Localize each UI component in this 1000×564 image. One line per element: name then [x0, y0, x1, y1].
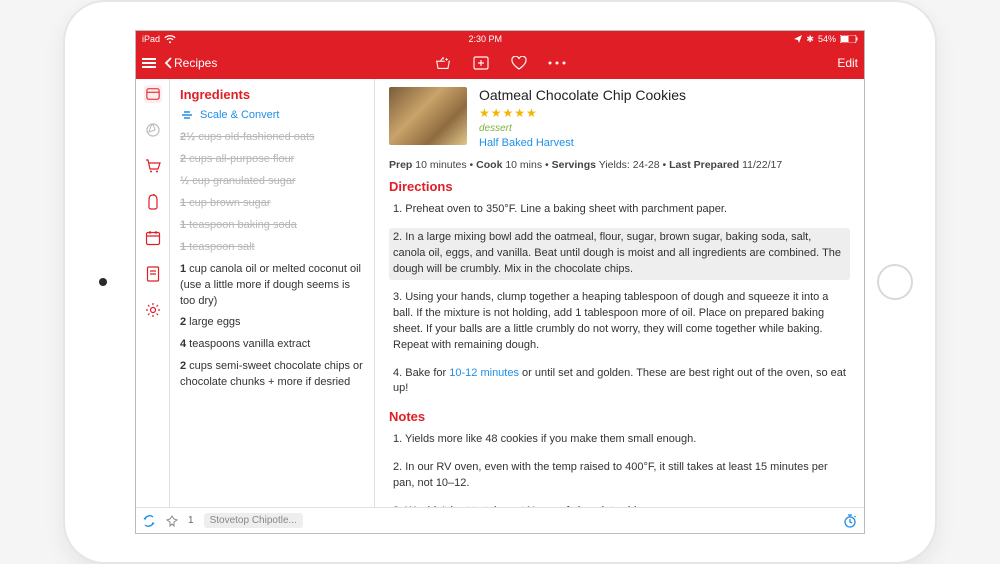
ingredient-item[interactable]: 1 teaspoon baking soda: [180, 218, 364, 234]
chevron-left-icon: [164, 57, 172, 69]
edit-button[interactable]: Edit: [837, 56, 858, 70]
source-link[interactable]: Half Baked Harvest: [479, 137, 686, 149]
direction-step[interactable]: 1. Preheat oven to 350°F. Line a baking …: [389, 200, 850, 220]
carrier-label: iPad: [142, 34, 160, 44]
sidebar: [136, 79, 170, 507]
sidebar-recipe-icon[interactable]: [144, 85, 162, 103]
sidebar-meal-plan-icon[interactable]: [144, 229, 162, 247]
ingredient-item[interactable]: ½ cup granulated sugar: [180, 174, 364, 190]
sidebar-groceries-icon[interactable]: [144, 157, 162, 175]
ingredient-item[interactable]: 1 cup brown sugar: [180, 196, 364, 212]
directions-list: 1. Preheat oven to 350°F. Line a baking …: [389, 200, 850, 399]
direction-step[interactable]: 3. Using your hands, clump together a he…: [389, 288, 850, 356]
direction-step[interactable]: 2. In a large mixing bowl add the oatmea…: [389, 228, 850, 280]
home-button[interactable]: [877, 264, 913, 300]
favorite-icon[interactable]: [510, 54, 528, 72]
sidebar-settings-icon[interactable]: [144, 301, 162, 319]
timer-link[interactable]: 10-12 minutes: [449, 367, 519, 379]
back-label: Recipes: [174, 56, 217, 70]
ingredient-item[interactable]: 4 teaspoons vanilla extract: [180, 337, 364, 353]
camera-dot: [99, 278, 107, 286]
recipe-image[interactable]: [389, 87, 467, 145]
gps-icon: [794, 35, 802, 43]
note-item: 1. Yields more like 48 cookies if you ma…: [389, 430, 850, 450]
ingredients-list: 2½ cups old-fashioned oats 2 cups all-pur…: [180, 130, 364, 391]
scale-convert-label: Scale & Convert: [200, 109, 279, 121]
notes-list: 1. Yields more like 48 cookies if you ma…: [389, 430, 850, 507]
content-area: Ingredients Scale & Convert 2½ cups old-…: [136, 79, 864, 507]
recipe-meta-row: Prep 10 minutes • Cook 10 mins • Serving…: [389, 159, 850, 171]
ingredient-item[interactable]: 2 cups semi-sweet chocolate chips or cho…: [180, 359, 364, 391]
category-label[interactable]: dessert: [479, 123, 686, 134]
ingredients-title: Ingredients: [180, 87, 364, 102]
battery-label: 54%: [818, 34, 836, 44]
nav-bar: Recipes Edit: [136, 47, 864, 79]
ingredient-item[interactable]: 2 cups all-purpose flour: [180, 152, 364, 168]
scale-icon: [180, 108, 194, 122]
more-icon[interactable]: [548, 54, 566, 72]
sidebar-menu-icon[interactable]: [144, 265, 162, 283]
ipad-frame: iPad 2:30 PM ✱ 54%: [65, 2, 935, 562]
ingredient-item[interactable]: 2 large eggs: [180, 315, 364, 331]
recipe-header: Oatmeal Chocolate Chip Cookies ★★★★★ des…: [389, 87, 850, 149]
directions-title: Directions: [389, 179, 850, 194]
ingredient-item[interactable]: 2½ cups old-fashioned oats: [180, 130, 364, 146]
note-item: 2. In our RV oven, even with the temp ra…: [389, 458, 850, 494]
hamburger-menu-icon[interactable]: [142, 58, 156, 68]
sync-icon[interactable]: [142, 514, 156, 528]
wifi-icon: [164, 35, 176, 44]
back-button[interactable]: Recipes: [164, 56, 217, 70]
basket-icon[interactable]: [434, 54, 452, 72]
pin-icon[interactable]: [166, 515, 178, 527]
pinned-recipe-label: Stovetop Chipotle...: [210, 515, 297, 526]
rating-stars[interactable]: ★★★★★: [479, 106, 686, 120]
ingredient-item[interactable]: 1 teaspoon salt: [180, 240, 364, 256]
ingredients-panel: Ingredients Scale & Convert 2½ cups old-…: [170, 79, 375, 507]
status-bar: iPad 2:30 PM ✱ 54%: [136, 31, 864, 47]
pin-count: 1: [188, 515, 194, 526]
sidebar-browse-icon[interactable]: [144, 121, 162, 139]
sidebar-pantry-icon[interactable]: [144, 193, 162, 211]
bluetooth-icon: ✱: [806, 34, 814, 45]
pinned-recipe-chip[interactable]: Stovetop Chipotle...: [204, 513, 303, 528]
notes-title: Notes: [389, 409, 850, 424]
recipe-title: Oatmeal Chocolate Chip Cookies: [479, 87, 686, 103]
scale-convert-button[interactable]: Scale & Convert: [180, 108, 364, 122]
ingredient-item[interactable]: 1 cup canola oil or melted coconut oil (…: [180, 262, 364, 310]
battery-icon: [840, 35, 858, 43]
direction-step[interactable]: 4. Bake for 10-12 minutes or until set a…: [389, 364, 850, 400]
app-screen: iPad 2:30 PM ✱ 54%: [135, 30, 865, 534]
add-icon[interactable]: [472, 54, 490, 72]
timer-icon[interactable]: [842, 513, 858, 529]
clock-label: 2:30 PM: [468, 34, 502, 44]
bottom-bar: 1 Stovetop Chipotle...: [136, 507, 864, 533]
recipe-panel: Oatmeal Chocolate Chip Cookies ★★★★★ des…: [375, 79, 864, 507]
